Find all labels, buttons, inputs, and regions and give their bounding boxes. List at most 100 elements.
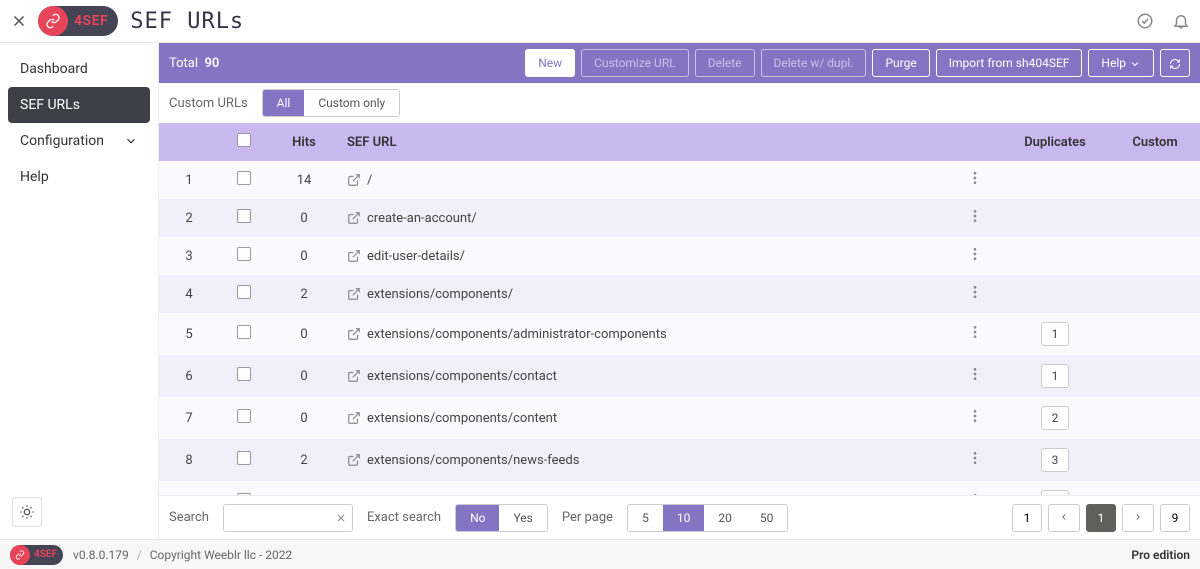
duplicate-badge[interactable]: 1 — [1041, 364, 1069, 388]
filter-custom-only[interactable]: Custom only — [304, 90, 399, 116]
external-link-icon — [347, 369, 361, 383]
refresh-icon — [1169, 58, 1181, 70]
table-row[interactable]: 3 0edit-user-details/ — [159, 237, 1200, 275]
row-url[interactable]: extensions/components/news-feeds — [339, 439, 950, 481]
table-row[interactable]: 92extensions/components/search-component… — [159, 481, 1200, 495]
row-hits: 2 — [269, 481, 339, 495]
row-index: 3 — [159, 237, 219, 275]
row-url[interactable]: edit-user-details/ — [339, 237, 950, 275]
table-row[interactable]: 50extensions/components/administrator-co… — [159, 313, 1200, 355]
row-index: 4 — [159, 275, 219, 313]
row-url[interactable]: extensions/components/content — [339, 397, 950, 439]
row-checkbox[interactable] — [237, 171, 251, 185]
row-index: 7 — [159, 397, 219, 439]
row-checkbox[interactable] — [237, 285, 251, 299]
table-footer: Search Exact search No Yes Per page 5102… — [159, 495, 1200, 539]
row-url[interactable]: create-an-account/ — [339, 199, 950, 237]
per-page-segment: 5102050 — [627, 504, 788, 532]
sidebar: Dashboard SEF URLs Configuration Help — [0, 43, 159, 539]
duplicate-badge[interactable]: 1 — [1041, 322, 1069, 346]
bell-icon[interactable] — [1172, 12, 1190, 30]
row-checkbox[interactable] — [237, 367, 251, 381]
external-link-icon — [347, 249, 361, 263]
table-row[interactable]: 1 14/ — [159, 161, 1200, 199]
col-hits[interactable]: Hits — [269, 123, 339, 161]
sidebar-item-sef-urls[interactable]: SEF URLs — [8, 87, 150, 123]
col-duplicates[interactable]: Duplicates — [1000, 123, 1110, 161]
search-input[interactable] — [223, 504, 353, 532]
duplicate-badge[interactable]: 2 — [1041, 406, 1069, 430]
duplicate-badge[interactable]: 3 — [1041, 448, 1069, 472]
external-link-icon — [347, 411, 361, 425]
row-url[interactable]: extensions/components/administrator-comp… — [339, 313, 950, 355]
external-link-icon — [347, 287, 361, 301]
per-page-20[interactable]: 20 — [704, 505, 746, 531]
table-row[interactable]: 20create-an-account/ — [159, 199, 1200, 237]
table-row[interactable]: 7 0extensions/components/content 2 — [159, 397, 1200, 439]
row-url[interactable]: extensions/components/ — [339, 275, 950, 313]
page-current[interactable]: 1 — [1086, 504, 1116, 532]
row-url[interactable]: extensions/components/search-component — [339, 481, 950, 495]
clear-search-icon[interactable] — [335, 512, 347, 524]
per-page-10[interactable]: 10 — [663, 505, 705, 531]
new-button[interactable]: New — [525, 49, 575, 77]
table-row[interactable]: 42extensions/components/ — [159, 275, 1200, 313]
row-hits: 14 — [269, 161, 339, 199]
row-menu-icon[interactable] — [967, 170, 983, 186]
page-next[interactable] — [1122, 504, 1154, 532]
refresh-button[interactable] — [1160, 49, 1190, 77]
row-index: 5 — [159, 313, 219, 355]
row-menu-icon[interactable] — [967, 408, 983, 424]
total-count: Total 90 — [169, 56, 219, 71]
row-url[interactable]: / — [339, 161, 950, 199]
row-hits: 0 — [269, 237, 339, 275]
select-all-checkbox[interactable] — [237, 133, 251, 147]
row-checkbox[interactable] — [237, 209, 251, 223]
purge-button[interactable]: Purge — [872, 49, 929, 77]
delete-button[interactable]: Delete — [695, 49, 755, 77]
help-button[interactable]: Help — [1088, 49, 1154, 77]
row-menu-icon[interactable] — [967, 208, 983, 224]
theme-toggle-button[interactable] — [12, 497, 42, 527]
sidebar-item-dashboard[interactable]: Dashboard — [8, 51, 150, 87]
col-sef-url[interactable]: SEF URL — [339, 123, 950, 161]
row-checkbox[interactable] — [237, 409, 251, 423]
row-checkbox[interactable] — [237, 247, 251, 261]
row-url[interactable]: extensions/components/contact — [339, 355, 950, 397]
page-last[interactable]: 9 — [1160, 504, 1190, 532]
row-checkbox[interactable] — [237, 325, 251, 339]
per-page-5[interactable]: 5 — [628, 505, 663, 531]
status-bar: 4SEF v0.8.0.179 / Copyright Weeblr llc -… — [0, 539, 1200, 569]
row-hits: 0 — [269, 397, 339, 439]
chevron-down-icon — [124, 134, 138, 148]
exact-yes[interactable]: Yes — [499, 505, 546, 531]
customize-url-button[interactable]: Customize URL — [581, 49, 689, 77]
row-menu-icon[interactable] — [967, 366, 983, 382]
row-index: 1 — [159, 161, 219, 199]
checkmark-circle-icon[interactable] — [1136, 12, 1154, 30]
table-row[interactable]: 60extensions/components/contact1 — [159, 355, 1200, 397]
exact-no[interactable]: No — [456, 505, 499, 531]
close-icon[interactable] — [10, 12, 28, 30]
row-hits: 2 — [269, 439, 339, 481]
row-menu-icon[interactable] — [967, 450, 983, 466]
row-menu-icon[interactable] — [967, 284, 983, 300]
sidebar-item-configuration[interactable]: Configuration — [8, 123, 150, 159]
delete-with-dupl-button[interactable]: Delete w/ dupl. — [761, 49, 867, 77]
page-prev[interactable] — [1048, 504, 1080, 532]
custom-filter-segment: All Custom only — [262, 89, 401, 117]
row-hits: 0 — [269, 199, 339, 237]
chevron-down-icon — [1129, 58, 1141, 70]
row-checkbox[interactable] — [237, 451, 251, 465]
per-page-50[interactable]: 50 — [746, 505, 788, 531]
import-button[interactable]: Import from sh404SEF — [936, 49, 1083, 77]
row-index: 6 — [159, 355, 219, 397]
page-first[interactable]: 1 — [1012, 504, 1042, 532]
row-menu-icon[interactable] — [967, 246, 983, 262]
sidebar-item-help[interactable]: Help — [8, 159, 150, 195]
row-menu-icon[interactable] — [967, 324, 983, 340]
col-custom[interactable]: Custom — [1110, 123, 1200, 161]
per-page-label: Per page — [562, 510, 613, 525]
table-row[interactable]: 82extensions/components/news-feeds3 — [159, 439, 1200, 481]
filter-all[interactable]: All — [263, 90, 305, 116]
